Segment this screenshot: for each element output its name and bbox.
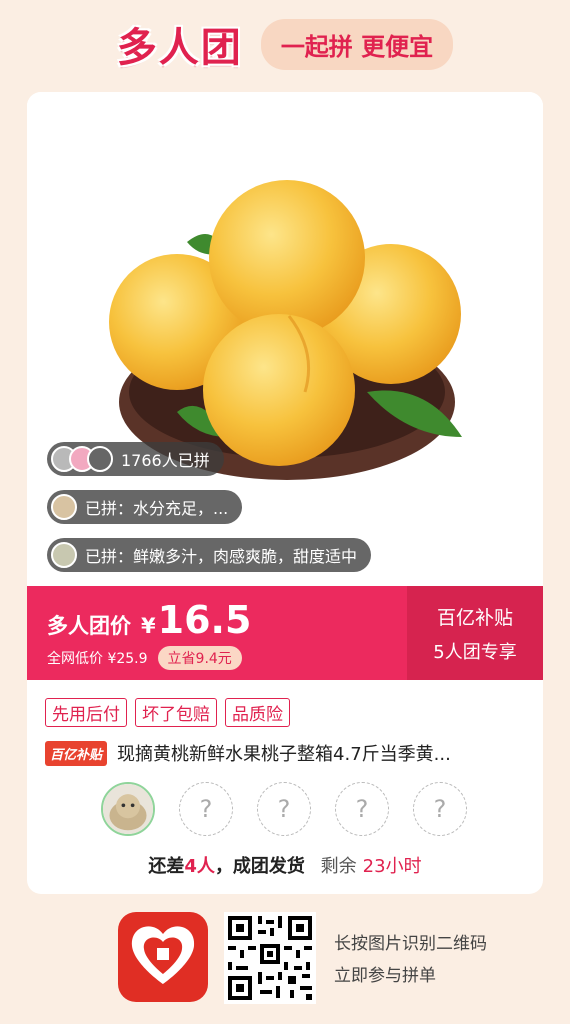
empty-slot: ?	[413, 782, 467, 836]
tag-pay-later: 先用后付	[45, 698, 127, 727]
remaining-label: 剩余	[320, 856, 357, 877]
group-slots: ? ? ? ?	[101, 782, 467, 836]
footer-text: 长按图片识别二维码 立即参与拼单	[334, 928, 487, 992]
avatar	[51, 542, 77, 568]
slogan-badge: 一起拼 更便宜	[260, 18, 454, 70]
footer: 长按图片识别二维码 立即参与拼单	[0, 906, 570, 1010]
brand-title: 多人团	[116, 25, 243, 71]
product-title-row[interactable]: 百亿补贴 现摘黄桃新鲜水果桃子整箱4.7斤当季黄...	[45, 740, 525, 766]
group-status: 还差4人，成团发货 剩余 23小时	[27, 852, 543, 878]
subsidy-panel: 百亿补贴 5人团专享	[407, 586, 543, 680]
product-card[interactable]: 1766人已拼 已拼：水分充足，... 已拼：鲜嫩多汁，肉感爽脆，甜度适中 多人…	[27, 92, 543, 894]
currency-symbol: ¥	[141, 614, 156, 638]
avatar	[51, 494, 77, 520]
header: 多人团 一起拼 更便宜	[0, 0, 570, 88]
joined-count-bubble: 1766人已拼	[47, 442, 224, 476]
empty-slot: ?	[179, 782, 233, 836]
app-logo-graphic	[131, 926, 195, 984]
footer-line-1: 长按图片识别二维码	[334, 934, 487, 954]
save-badge: 立省9.4元	[157, 646, 242, 670]
status-count: 4人	[184, 856, 215, 877]
empty-slot: ?	[335, 782, 389, 836]
price-info: 多人团价 ¥ 16.5 全网低价 ¥25.9 立省9.4元	[47, 598, 251, 670]
review-bubble: 已拼：水分充足，...	[47, 490, 243, 524]
qr-code[interactable]	[224, 912, 316, 1004]
subsidy-subtitle: 5人团专享	[433, 641, 517, 663]
tag-damage-refund: 坏了包赔	[135, 698, 217, 727]
review-text: 已拼：鲜嫩多汁，肉感爽脆，甜度适中	[85, 547, 358, 566]
avatar	[87, 446, 113, 472]
remaining-time: 23小时	[362, 856, 422, 877]
footer-line-2: 立即参与拼单	[334, 966, 436, 986]
pinduoduo-logo-icon	[118, 912, 208, 1002]
tag-quality-insurance: 品质险	[225, 698, 290, 727]
group-price-value: 16.5	[157, 598, 252, 642]
product-image[interactable]: 1766人已拼 已拼：水分充足，... 已拼：鲜嫩多汁，肉感爽脆，甜度适中	[27, 92, 543, 586]
member-avatar	[101, 782, 155, 836]
subsidy-badge: 百亿补贴	[45, 740, 108, 766]
empty-slot: ?	[257, 782, 311, 836]
cat-avatar-icon	[103, 784, 153, 834]
product-title[interactable]: 现摘黄桃新鲜水果桃子整箱4.7斤当季黄...	[117, 740, 451, 766]
group-price-label: 多人团价	[47, 614, 131, 638]
joined-count-text: 1766人已拼	[121, 451, 210, 470]
review-bubble: 已拼：鲜嫩多汁，肉感爽脆，甜度适中	[47, 538, 372, 572]
qr-code-graphic	[224, 912, 316, 1004]
status-prefix: 还差	[148, 856, 185, 877]
service-tags: 先用后付 坏了包赔 品质险	[45, 698, 290, 727]
subsidy-title: 百亿补贴	[436, 606, 513, 629]
status-suffix: ，成团发货	[214, 856, 305, 877]
price-bar: 多人团价 ¥ 16.5 全网低价 ¥25.9 立省9.4元 百亿补贴 5人团专享	[27, 586, 543, 680]
original-price: 全网低价 ¥25.9	[47, 651, 148, 667]
review-text: 已拼：水分充足，...	[85, 499, 229, 518]
